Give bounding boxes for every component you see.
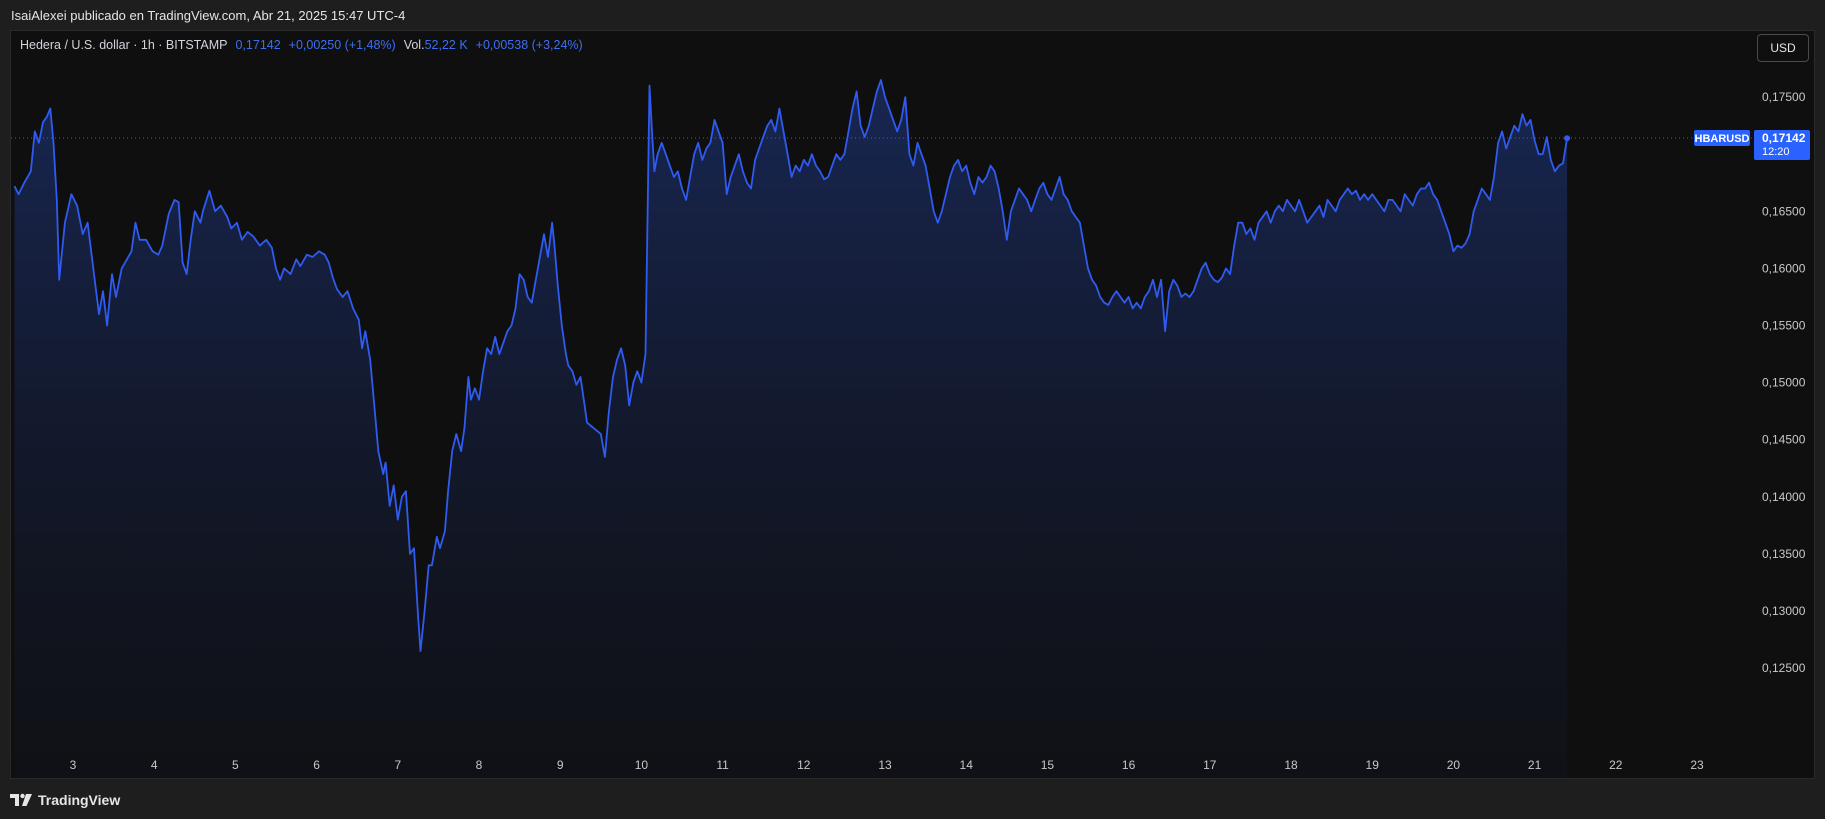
y-tick-label: 0,16500 (1762, 204, 1806, 218)
price-tag: HBARUSD 0,1714212:20 (1694, 129, 1810, 160)
last-price: 0,17142 (235, 38, 281, 52)
x-tick-label: 8 (476, 758, 483, 772)
ticker-tag-text: HBARUSD (1695, 133, 1750, 145)
symbol-description[interactable]: Hedera / U.S. dollar · 1h · BITSTAMP (20, 38, 227, 52)
tradingview-brand: TradingView (38, 792, 121, 808)
y-tick-label: 0,13000 (1762, 604, 1806, 618)
x-tick-label: 14 (960, 758, 974, 772)
y-tick-label: 0,14500 (1762, 433, 1806, 447)
x-tick-label: 4 (151, 758, 158, 772)
x-tick-label: 16 (1122, 758, 1136, 772)
volume-label: Vol. (403, 38, 425, 52)
x-tick-label: 10 (635, 758, 649, 772)
x-tick-label: 21 (1528, 758, 1542, 772)
footer-bar (0, 779, 1825, 819)
price-chart[interactable]: 0,180000,175000,170000,165000,160000,155… (0, 0, 1825, 819)
y-tick-label: 0,14000 (1762, 490, 1806, 504)
x-tick-label: 19 (1366, 758, 1380, 772)
currency-button[interactable]: USD (1757, 34, 1809, 62)
area-fill (14, 80, 1568, 778)
tradingview-logo[interactable]: TradingView (10, 792, 120, 808)
y-tick-label: 0,17500 (1762, 90, 1806, 104)
y-tick-label: 0,12500 (1762, 661, 1806, 675)
x-tick-label: 13 (878, 758, 892, 772)
y-tick-label: 0,13500 (1762, 547, 1806, 561)
volume-change: +0,00538 (+3,24%) (475, 38, 583, 52)
price-tag-value: 0,17142 (1762, 131, 1806, 145)
last-point-marker (1564, 135, 1571, 142)
y-tick-label: 0,15000 (1762, 376, 1806, 390)
x-tick-label: 20 (1447, 758, 1461, 772)
x-tick-label: 3 (70, 758, 77, 772)
chart-legend: Hedera / U.S. dollar · 1h · BITSTAMP 0,1… (20, 38, 583, 52)
x-tick-label: 12 (797, 758, 811, 772)
x-tick-label: 9 (557, 758, 564, 772)
x-tick-label: 11 (716, 758, 729, 772)
x-tick-label: 6 (313, 758, 320, 772)
x-tick-label: 15 (1041, 758, 1055, 772)
x-tick-label: 17 (1203, 758, 1217, 772)
tradingview-logo-icon (10, 793, 32, 806)
x-tick-label: 23 (1690, 758, 1704, 772)
volume-value: 52,22 K (424, 38, 468, 52)
price-change: +0,00250 (+1,48%) (288, 38, 396, 52)
x-tick-label: 5 (232, 758, 239, 772)
y-tick-label: 0,16000 (1762, 261, 1806, 275)
price-tag-countdown: 12:20 (1762, 146, 1790, 158)
y-tick-label: 0,15500 (1762, 319, 1806, 333)
x-tick-label: 18 (1284, 758, 1298, 772)
x-tick-label: 22 (1609, 758, 1623, 772)
x-tick-label: 7 (394, 758, 401, 772)
